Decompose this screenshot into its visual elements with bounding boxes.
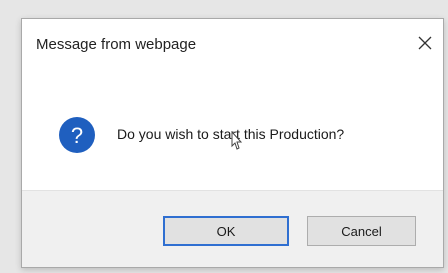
dialog-footer: OK Cancel — [22, 190, 443, 267]
close-icon — [418, 36, 432, 50]
svg-text:?: ? — [71, 123, 83, 148]
ok-button[interactable]: OK — [163, 216, 289, 246]
question-icon: ? — [58, 116, 96, 154]
dialog-title: Message from webpage — [36, 36, 197, 53]
dialog-titlebar: Message from webpage — [22, 19, 443, 71]
text-cursor-icon — [228, 130, 244, 151]
close-button[interactable] — [411, 29, 439, 57]
cancel-button[interactable]: Cancel — [307, 216, 416, 246]
